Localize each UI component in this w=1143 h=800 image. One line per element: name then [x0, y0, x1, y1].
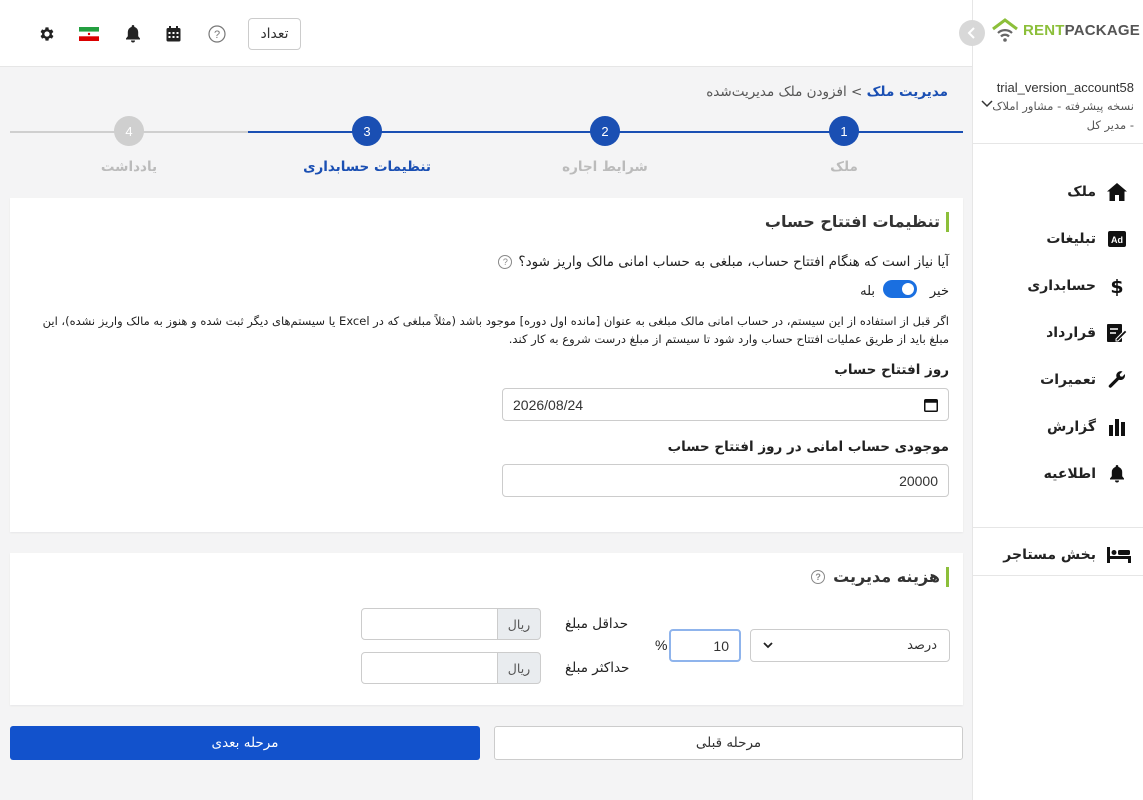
stepper: 1 2 3 4 ملک شرایط اجاره تنظیمات حسابداری…	[10, 116, 963, 186]
svg-text:$: $	[1110, 276, 1123, 296]
percent-sign: %	[655, 637, 668, 653]
sidebar-item-accounting[interactable]: $ حسابداری	[973, 262, 1143, 309]
opening-balance-label: موجودی حساب امانی در روز افتتاح حساب	[667, 439, 949, 455]
max-amount-input[interactable]	[361, 652, 498, 684]
sidebar-item-label: حسابداری	[1027, 277, 1096, 294]
sidebar-item-property[interactable]: ملک	[973, 168, 1143, 215]
step-1-label: ملک	[830, 159, 858, 175]
step-3-label: تنظیمات حسابداری	[303, 159, 431, 175]
step-4-label: یادداشت	[100, 159, 158, 175]
step-1-circle[interactable]: 1	[829, 116, 859, 146]
account-opening-card: تنظیمات افتتاح حساب آیا نیاز است که هنگا…	[10, 198, 963, 532]
min-currency-addon: ریال	[497, 608, 541, 640]
breadcrumb-separator: >	[851, 84, 863, 100]
wrench-icon	[1106, 369, 1128, 391]
top-header: ? تعداد	[0, 0, 972, 67]
opening-help-line-2: مبلغ باید از طریق عملیات افتتاح حساب وار…	[508, 332, 949, 346]
breadcrumb: مدیریت ملک > افزودن ملک مدیریت‌شده	[706, 84, 948, 100]
bell-icon[interactable]	[122, 23, 144, 45]
account-role: نسخه پیشرفته - مشاور املاک	[992, 99, 1134, 113]
sidebar-item-label: تبلیغات	[1046, 230, 1096, 247]
sidebar-item-ads[interactable]: Ad تبلیغات	[973, 215, 1143, 262]
sidebar-item-contract[interactable]: قرارداد	[973, 309, 1143, 356]
sidebar: RENTPACKAGE trial_version_account58 نسخه…	[959, 0, 1143, 800]
opening-help-line-1: اگر قبل از استفاده از این سیستم، در حساب…	[42, 314, 949, 328]
chevron-down-icon	[763, 642, 773, 649]
home-icon	[1106, 181, 1128, 203]
logo-text-package: PACKAGE	[1064, 21, 1140, 39]
help-icon[interactable]: ?	[811, 570, 826, 584]
sidebar-divider	[973, 527, 1143, 528]
opening-date-label: روز افتتاح حساب	[834, 362, 949, 378]
iran-flag-icon[interactable]	[78, 23, 100, 45]
chevron-left-icon	[967, 27, 975, 39]
sidebar-item-label: تعمیرات	[1040, 371, 1096, 388]
breadcrumb-current: افزودن ملک مدیریت‌شده	[706, 84, 847, 100]
logo-text-rent: RENT	[1023, 21, 1065, 39]
logo-icon	[992, 18, 1018, 42]
deposit-toggle[interactable]	[883, 280, 917, 298]
sidebar-item-label: گزارش	[1046, 418, 1096, 435]
bell-icon	[1106, 463, 1128, 485]
settings-icon[interactable]	[36, 23, 58, 45]
max-currency-addon: ریال	[497, 652, 541, 684]
chevron-down-icon	[981, 100, 993, 108]
fee-percent-value: 10	[713, 637, 729, 654]
ad-icon: Ad	[1106, 228, 1128, 250]
toggle-no-label: خیر	[929, 284, 949, 299]
sidebar-item-report[interactable]: گزارش	[973, 403, 1143, 450]
svg-text:?: ?	[214, 29, 220, 41]
min-amount-label: حداقل مبلغ	[565, 616, 629, 632]
account-panel[interactable]: trial_version_account58 نسخه پیشرفته - م…	[973, 78, 1143, 144]
contract-icon	[1106, 322, 1128, 344]
step-2-circle[interactable]: 2	[590, 116, 620, 146]
sidebar-item-label: ملک	[1067, 183, 1096, 200]
help-icon[interactable]: ?	[498, 255, 513, 269]
account-role-2: - مدیر کل	[1086, 118, 1134, 132]
help-icon[interactable]: ?	[206, 23, 228, 45]
previous-step-button[interactable]: مرحله قبلی	[494, 726, 963, 760]
logo[interactable]: RENTPACKAGE	[991, 18, 1140, 42]
opening-date-input[interactable]: 2026/08/24	[502, 388, 949, 421]
fee-type-value: درصد	[907, 638, 937, 653]
sidebar-item-label: بخش مستاجر	[1003, 546, 1096, 563]
fee-type-select[interactable]: درصد	[750, 629, 950, 662]
sidebar-item-tenant[interactable]: بخش مستاجر	[973, 534, 1143, 576]
sidebar-item-label: قرارداد	[1046, 324, 1096, 341]
step-4-circle[interactable]: 4	[114, 116, 144, 146]
management-fee-title: هزینه مدیریت	[833, 567, 940, 586]
calendar-icon[interactable]	[162, 23, 184, 45]
min-amount-input[interactable]	[361, 608, 498, 640]
chart-icon	[1106, 416, 1128, 438]
sidebar-item-repairs[interactable]: تعمیرات	[973, 356, 1143, 403]
account-name: trial_version_account58	[996, 80, 1134, 95]
fee-percent-input[interactable]: 10	[669, 629, 741, 662]
step-3-circle[interactable]: 3	[352, 116, 382, 146]
opening-question-row: آیا نیاز است که هنگام افتتاح حساب، مبلغی…	[498, 254, 949, 270]
opening-help-text: اگر قبل از استفاده از این سیستم، در حساب…	[24, 312, 949, 348]
breadcrumb-link-property-management[interactable]: مدیریت ملک	[867, 84, 948, 100]
next-step-button[interactable]: مرحله بعدی	[10, 726, 480, 760]
management-fee-title-wrap: هزینه مدیریت ?	[811, 567, 949, 587]
max-amount-label: حداکثر مبلغ	[565, 660, 630, 676]
management-fee-card: هزینه مدیریت ? درصد 10 % حداقل مبلغ ریال…	[10, 553, 963, 705]
sidebar-item-label: اطلاعیه	[1043, 465, 1096, 482]
calendar-icon[interactable]	[924, 398, 938, 412]
sidebar-item-notice[interactable]: اطلاعیه	[973, 450, 1143, 497]
toggle-yes-label: بله	[860, 284, 875, 299]
opening-balance-input[interactable]: 20000	[502, 464, 949, 497]
opening-balance-value: 20000	[899, 472, 938, 489]
opening-question: آیا نیاز است که هنگام افتتاح حساب، مبلغی…	[518, 254, 949, 270]
bed-icon	[1106, 544, 1132, 566]
step-2-label: شرایط اجاره	[562, 159, 648, 175]
account-opening-title: تنظیمات افتتاح حساب	[765, 212, 949, 232]
svg-text:Ad: Ad	[1111, 235, 1123, 245]
sidebar-nav: ملک Ad تبلیغات $ حسابداری قرارداد تعمیرا…	[973, 168, 1143, 497]
count-button[interactable]: تعداد	[248, 18, 301, 50]
dollar-icon: $	[1106, 275, 1128, 297]
opening-date-value: 2026/08/24	[513, 396, 584, 413]
collapse-sidebar-button[interactable]	[959, 20, 985, 46]
